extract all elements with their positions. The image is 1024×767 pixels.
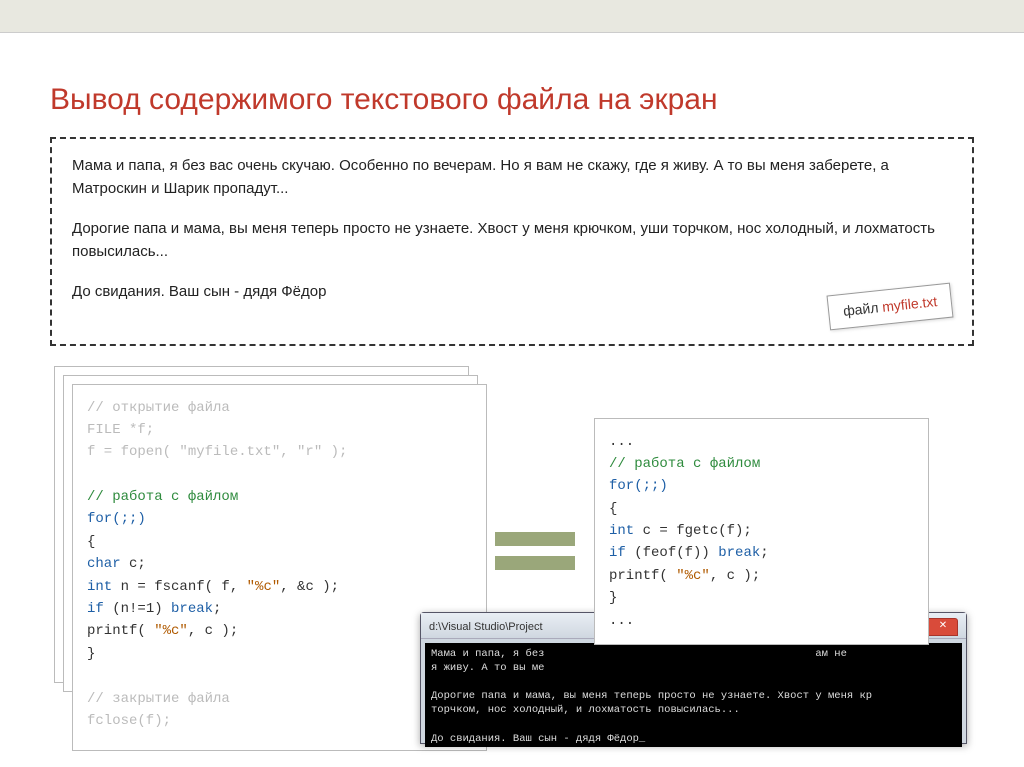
console-output: Мама и папа, я без ам не я живу. А то вы… — [425, 643, 962, 747]
cr-dots-top: ... — [609, 431, 914, 453]
cr-fgetc: c = fgetc(f); — [634, 523, 752, 539]
con-l2: я живу. А то вы ме — [431, 662, 544, 674]
cr-brace-open: { — [609, 498, 914, 520]
code-block-right: ... // работа с файлом for(;;) { int c =… — [594, 418, 929, 646]
cr-comment: // работа с файлом — [609, 453, 914, 475]
cl-break-kw: break — [171, 601, 213, 617]
cl-if-cond: (n!=1) — [104, 601, 171, 617]
cl-fclose: fclose(f); — [87, 710, 472, 732]
cl-fscanf-1: n = fscanf( f, — [112, 579, 246, 595]
file-label-prefix: файл — [842, 298, 883, 318]
cl-brace-close: } — [87, 643, 472, 665]
cl-fopen: f = fopen( "myfile.txt", "r" ); — [87, 441, 472, 463]
cl-printf-str: "%c" — [154, 623, 188, 639]
file-paragraph-1: Мама и папа, я без вас очень скучаю. Осо… — [72, 155, 952, 200]
cr-if-kw: if — [609, 545, 626, 561]
cr-printf-2: , c ); — [710, 568, 760, 584]
cr-break-kw: break — [718, 545, 760, 561]
cl-printf-2: , c ); — [188, 623, 238, 639]
cl-file-decl: FILE *f; — [87, 419, 472, 441]
cl-for: for(;;) — [87, 511, 146, 527]
code-area: // открытие файла FILE *f; f = fopen( "m… — [50, 362, 974, 742]
slide-title: Вывод содержимого текстового файла на эк… — [50, 83, 974, 117]
cr-printf-str: "%c" — [676, 568, 710, 584]
cl-comment-close: // закрытие файла — [87, 688, 472, 710]
cr-printf-1: printf( — [609, 568, 676, 584]
cl-brace-open: { — [87, 531, 472, 553]
cr-dots-bottom: ... — [609, 610, 914, 632]
file-paragraph-2: Дорогие папа и мама, вы меня теперь прос… — [72, 218, 952, 263]
con-l4: торчком, нос холодный, и лохматость повы… — [431, 704, 740, 716]
cr-feof: (feof(f)) — [626, 545, 718, 561]
cr-semi: ; — [760, 545, 768, 561]
cl-if-kw: if — [87, 601, 104, 617]
cl-char-kw: char — [87, 556, 121, 572]
cl-fscanf-str: "%c" — [247, 579, 281, 595]
cl-semi: ; — [213, 601, 221, 617]
cl-int-kw: int — [87, 579, 112, 595]
close-button[interactable]: ✕ — [928, 618, 958, 636]
cr-int-kw: int — [609, 523, 634, 539]
cl-comment-open: // открытие файла — [87, 397, 472, 419]
file-paragraph-3: До свидания. Ваш сын - дядя Фёдор — [72, 281, 952, 304]
cl-fscanf-2: , &c ); — [280, 579, 339, 595]
con-l1a: Мама и папа, я без — [431, 648, 544, 660]
file-label-name: myfile.txt — [881, 293, 938, 315]
text-file-box: Мама и папа, я без вас очень скучаю. Осо… — [50, 137, 974, 346]
con-l5: До свидания. Ваш сын - дядя Фёдор_ — [431, 733, 645, 745]
con-l1b: ам не — [815, 648, 847, 660]
console-title-text: d:\Visual Studio\Project — [429, 621, 543, 633]
cl-char-v: c; — [121, 556, 146, 572]
slide: Вывод содержимого текстового файла на эк… — [0, 33, 1024, 762]
top-bar — [0, 0, 1024, 33]
equals-icon — [495, 532, 575, 580]
cr-brace-close: } — [609, 587, 914, 609]
cl-printf-1: printf( — [87, 623, 154, 639]
cl-comment-work: // работа с файлом — [87, 486, 472, 508]
con-l3: Дорогие папа и мама, вы меня теперь прос… — [431, 690, 872, 702]
cr-for: for(;;) — [609, 478, 668, 494]
